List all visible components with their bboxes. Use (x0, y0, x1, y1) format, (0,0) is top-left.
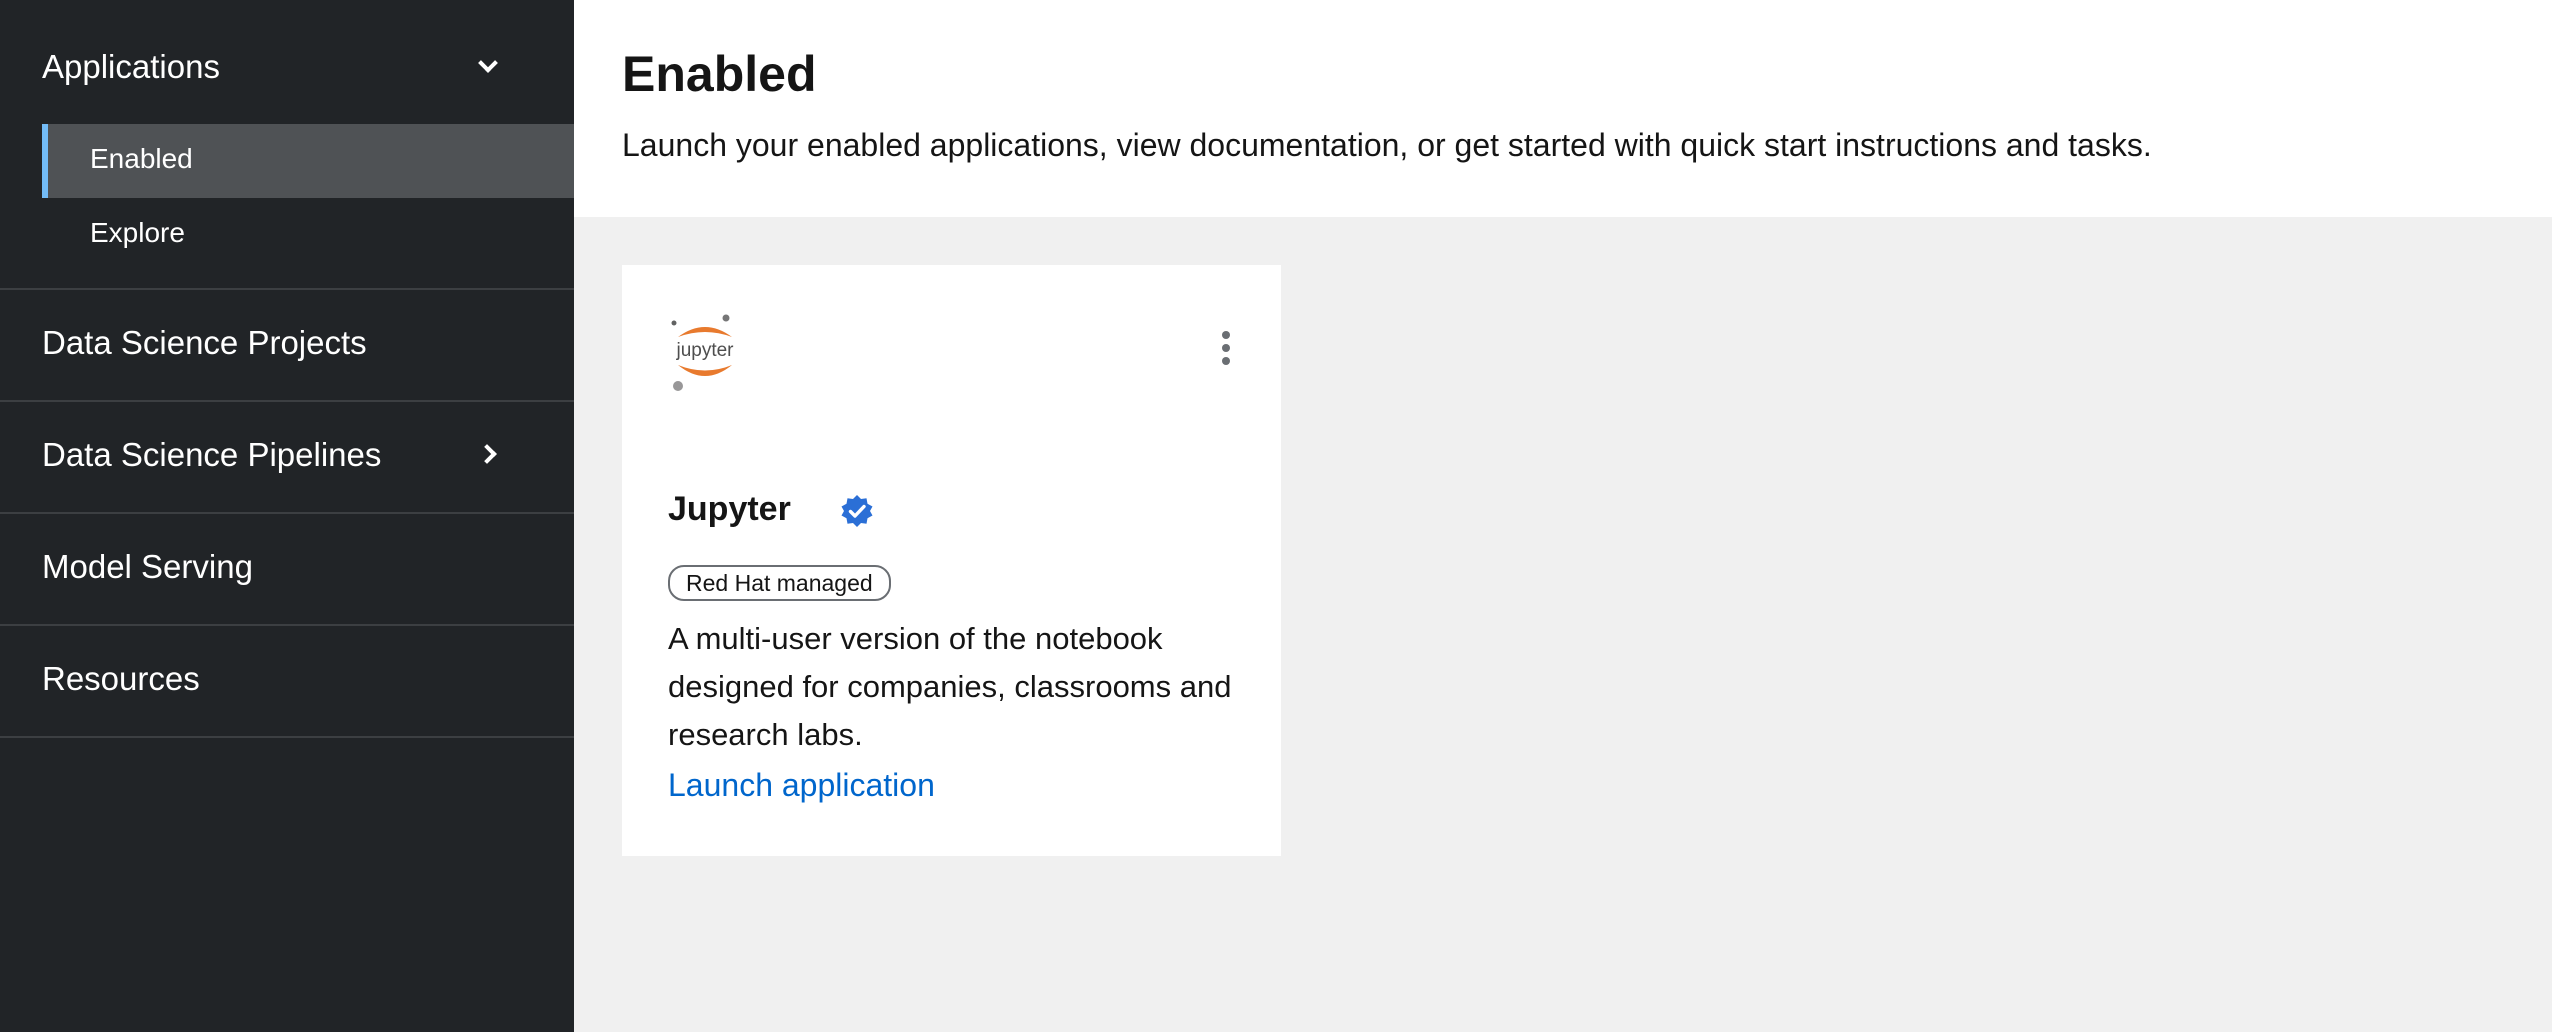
main-content: jupyter Jupyter Red Hat managed A multi-… (574, 217, 2552, 1032)
kebab-icon[interactable] (1219, 331, 1233, 367)
verified-check-icon (841, 495, 873, 527)
chevron-down-icon (478, 53, 498, 73)
sidebar-item-label: Model Serving (42, 548, 253, 585)
status-badge: Red Hat managed (668, 565, 891, 601)
page-title: Enabled (622, 46, 817, 102)
sidebar-item-label: Explore (90, 217, 185, 248)
sidebar-item-label: Resources (42, 660, 200, 697)
sidebar-item-resources[interactable]: Resources (0, 626, 574, 736)
page-description: Launch your enabled applications, view d… (622, 127, 2152, 163)
sidebar-nav: Applications Enabled Explore Data Scienc… (0, 0, 574, 1032)
sidebar-item-data-science-projects[interactable]: Data Science Projects (0, 290, 574, 400)
logo-text: jupyter (675, 340, 734, 361)
sidebar-item-label: Data Science Projects (42, 324, 367, 361)
sidebar-item-label: Data Science Pipelines (42, 436, 382, 473)
divider (0, 736, 574, 738)
page-header: Enabled Launch your enabled applications… (574, 0, 2552, 217)
sidebar-item-model-serving[interactable]: Model Serving (0, 514, 574, 624)
card-title: Jupyter (668, 490, 791, 528)
card-description: A multi-user version of the notebook des… (668, 621, 1232, 752)
launch-application-link[interactable]: Launch application (668, 765, 935, 805)
application-card[interactable]: jupyter Jupyter Red Hat managed A multi-… (622, 265, 1281, 856)
nav-group-applications[interactable]: Applications (0, 0, 574, 124)
sidebar-item-enabled[interactable]: Enabled (42, 124, 574, 198)
nav-group-label: Applications (42, 48, 220, 85)
sidebar-item-explore[interactable]: Explore (42, 198, 574, 272)
jupyter-logo-icon: jupyter (671, 314, 734, 391)
sidebar-item-label: Enabled (90, 143, 193, 174)
